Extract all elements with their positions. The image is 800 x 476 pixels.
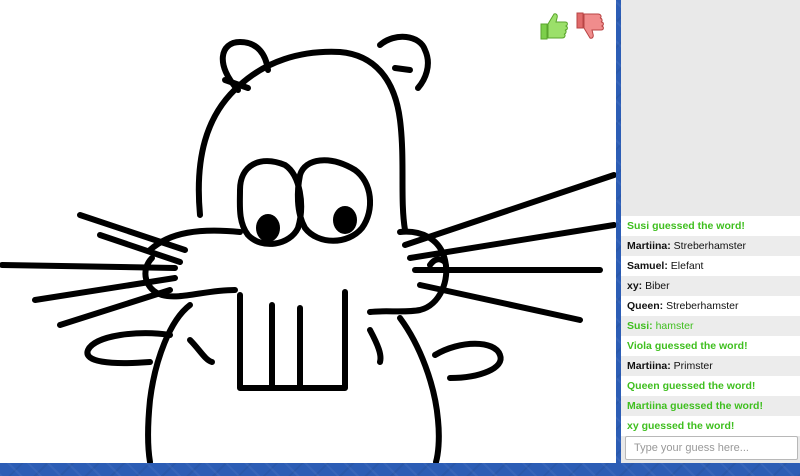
chat-message: Viola guessed the word!	[621, 336, 800, 356]
guess-input[interactable]	[625, 436, 798, 460]
chat-message: Martiina: Primster	[621, 356, 800, 376]
chat-message: Susi guessed the word!	[621, 216, 800, 236]
chat-message: Martiina guessed the word!	[621, 396, 800, 416]
thumbs-up-icon[interactable]	[538, 10, 570, 42]
drawing-canvas[interactable]	[0, 0, 616, 463]
chat-message: xy guessed the word!	[621, 416, 800, 436]
chat-message: Martiina: Streberhamster	[621, 236, 800, 256]
hamster-drawing	[0, 33, 616, 463]
thumbs-down-icon[interactable]	[574, 10, 606, 42]
chat-message: Queen guessed the word!	[621, 376, 800, 396]
chat-panel: Susi guessed the word! Martiina: Streber…	[621, 0, 800, 463]
chat-log[interactable]: Susi guessed the word! Martiina: Streber…	[621, 216, 800, 436]
chat-message: Queen: Streberhamster	[621, 296, 800, 316]
chat-message: Samuel: Elefant	[621, 256, 800, 276]
chat-message: Susi: hamster	[621, 316, 800, 336]
chat-message: xy: Biber	[621, 276, 800, 296]
